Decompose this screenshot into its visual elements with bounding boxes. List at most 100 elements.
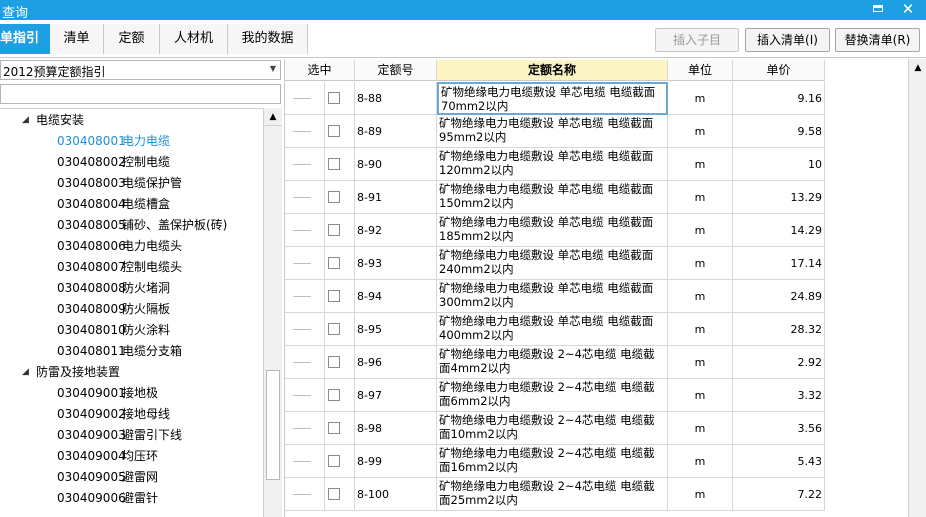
tree-item[interactable]: 030408010 防火涂料 [0,320,263,341]
select-cell [325,280,355,313]
select-cell [325,115,355,148]
search-input[interactable] [0,84,281,104]
row-checkbox[interactable] [328,356,340,368]
row-checkbox[interactable] [328,92,340,104]
row-checkbox[interactable] [328,125,340,137]
header-unit[interactable]: 单位 [668,60,733,81]
quota-name-cell: 矿物绝缘电力电缆敷设 单芯电缆 电缆截面240mm2以内 [437,247,668,280]
tree-item[interactable]: 030409003 避雷引下线 [0,425,263,446]
quota-code-cell: 8-97 [355,379,437,412]
tree-group[interactable]: ◢ 防雷及接地装置 [0,362,263,383]
table-row[interactable]: 8-97 矿物绝缘电力电缆敷设 2~4芯电缆 电缆截面6mm2以内 m 3.32 [285,379,825,412]
table-row[interactable]: 8-92 矿物绝缘电力电缆敷设 单芯电缆 电缆截面185mm2以内 m 14.29 [285,214,825,247]
table-row[interactable]: 8-93 矿物绝缘电力电缆敷设 单芯电缆 电缆截面240mm2以内 m 17.14 [285,247,825,280]
scrollbar-thumb[interactable] [266,370,280,480]
replace-list-button[interactable]: 替换清单(R) [835,28,920,52]
quota-code-cell: 8-96 [355,346,437,379]
quota-name-cell: 矿物绝缘电力电缆敷设 单芯电缆 电缆截面300mm2以内 [437,280,668,313]
table-row[interactable]: 8-91 矿物绝缘电力电缆敷设 单芯电缆 电缆截面150mm2以内 m 13.29 [285,181,825,214]
select-cell [325,247,355,280]
unit-cell: m [668,148,733,181]
tree-scrollbar[interactable]: ▲ [263,108,282,517]
row-checkbox[interactable] [328,389,340,401]
row-checkbox[interactable] [328,191,340,203]
tree-item[interactable]: 030408005 铺砂、盖保护板(砖) [0,215,263,236]
tree-item[interactable]: 030408008 防火堵洞 [0,278,263,299]
triangle-down-icon[interactable]: ◢ [22,362,29,383]
quota-table: 选中 定额号 定额名称 单位 单价 8-88 矿物绝缘电力电缆敷设 单芯电缆 电缆… [285,59,909,517]
row-checkbox[interactable] [328,257,340,269]
row-tree-line [285,214,325,247]
row-tree-line [285,478,325,511]
table-row[interactable]: 8-98 矿物绝缘电力电缆敷设 2~4芯电缆 电缆截面10mm2以内 m 3.56 [285,412,825,445]
tree-item[interactable]: 030408006 电力电缆头 [0,236,263,257]
unit-cell: m [668,214,733,247]
table-row[interactable]: 8-95 矿物绝缘电力电缆敷设 单芯电缆 电缆截面400mm2以内 m 28.32 [285,313,825,346]
unit-price-cell: 9.58 [733,115,825,148]
row-checkbox[interactable] [328,290,340,302]
tab-my-data[interactable]: 我的数据 [228,24,308,54]
quota-name-cell: 矿物绝缘电力电缆敷设 单芯电缆 电缆截面185mm2以内 [437,214,668,247]
table-scrollbar[interactable]: ▲ [908,59,926,517]
close-icon[interactable]: ✕ [896,0,920,20]
tab-list-guide[interactable]: 单指引 [0,24,50,54]
tree-item-name: 防火堵洞 [122,281,171,295]
tab-bar: 单指引 清单 定额 人材机 我的数据 插入子目 插入清单(I) 替换清单(R) [0,20,926,58]
table-row[interactable]: 8-90 矿物绝缘电力电缆敷设 单芯电缆 电缆截面120mm2以内 m 10 [285,148,825,181]
triangle-down-icon[interactable]: ◢ [22,110,29,131]
dropdown-value: 2012预算定额指引 [3,65,106,79]
tree-item[interactable]: 030409005 避雷网 [0,467,263,488]
row-checkbox[interactable] [328,323,340,335]
table-row[interactable]: 8-96 矿物绝缘电力电缆敷设 2~4芯电缆 电缆截面4mm2以内 m 2.92 [285,346,825,379]
header-quota-name[interactable]: 定额名称 [437,60,668,81]
scroll-up-icon[interactable]: ▲ [909,59,926,77]
tree-item[interactable]: 030408009 防火隔板 [0,299,263,320]
row-checkbox[interactable] [328,158,340,170]
minimize-icon[interactable] [866,0,890,20]
row-checkbox[interactable] [328,455,340,467]
tree-item-name: 控制电缆头 [122,260,183,274]
tab-labor-material-machine[interactable]: 人材机 [160,24,228,54]
table-row[interactable]: 8-94 矿物绝缘电力电缆敷设 单芯电缆 电缆截面300mm2以内 m 24.89 [285,280,825,313]
tree-group[interactable]: ◢ 电缆安装 [0,110,263,131]
tree-item[interactable]: 030408003 电缆保护管 [0,173,263,194]
quota-name-cell: 矿物绝缘电力电缆敷设 2~4芯电缆 电缆截面4mm2以内 [437,346,668,379]
tree-item-name: 电力电缆 [122,134,171,148]
tab-list[interactable]: 清单 [50,24,104,54]
tree-item[interactable]: 030409001 接地极 [0,383,263,404]
quota-code-cell: 8-93 [355,247,437,280]
row-tree-line [285,181,325,214]
tree-item[interactable]: 030408011 电缆分支箱 [0,341,263,362]
row-checkbox[interactable] [328,488,340,500]
tab-quota[interactable]: 定额 [104,24,160,54]
tree-item-code: 030409001 [57,386,126,400]
quota-guide-dropdown[interactable]: 2012预算定额指引 ▼ [0,60,281,80]
tree-item[interactable]: 030409006 避雷针 [0,488,263,509]
table-row[interactable]: 8-100 矿物绝缘电力电缆敷设 2~4芯电缆 电缆截面25mm2以内 m 7.22 [285,478,825,511]
insert-list-button[interactable]: 插入清单(I) [745,28,830,52]
unit-cell: m [668,82,733,115]
chevron-down-icon[interactable]: ▼ [270,64,276,73]
tree-item[interactable]: 030408001 电力电缆 [0,131,263,152]
header-quota-code[interactable]: 定额号 [355,60,437,81]
tree-item[interactable]: 030409002 接地母线 [0,404,263,425]
row-tree-line [285,445,325,478]
tree-item[interactable]: 030408002 控制电缆 [0,152,263,173]
table-row[interactable]: 8-99 矿物绝缘电力电缆敷设 2~4芯电缆 电缆截面16mm2以内 m 5.43 [285,445,825,478]
tree-item[interactable]: 030408007 控制电缆头 [0,257,263,278]
table-row[interactable]: 8-89 矿物绝缘电力电缆敷设 单芯电缆 电缆截面95mm2以内 m 9.58 [285,115,825,148]
row-checkbox[interactable] [328,422,340,434]
table-row[interactable]: 8-88 矿物绝缘电力电缆敷设 单芯电缆 电缆截面70mm2以内 m 9.16 [285,82,825,115]
title-bar: 查询 ✕ [0,0,926,21]
header-unit-price[interactable]: 单价 [733,60,825,81]
scroll-up-icon[interactable]: ▲ [264,108,282,126]
row-checkbox[interactable] [328,224,340,236]
select-cell [325,181,355,214]
tree-item[interactable]: 030408004 电缆槽盒 [0,194,263,215]
unit-price-cell: 10 [733,148,825,181]
tree-item-name: 接地母线 [122,407,171,421]
tree-item[interactable]: 030409004 均压环 [0,446,263,467]
header-select[interactable]: 选中 [285,60,355,81]
quota-name-cell: 矿物绝缘电力电缆敷设 单芯电缆 电缆截面70mm2以内 [437,82,668,115]
insert-child-button[interactable]: 插入子目 [655,28,739,52]
